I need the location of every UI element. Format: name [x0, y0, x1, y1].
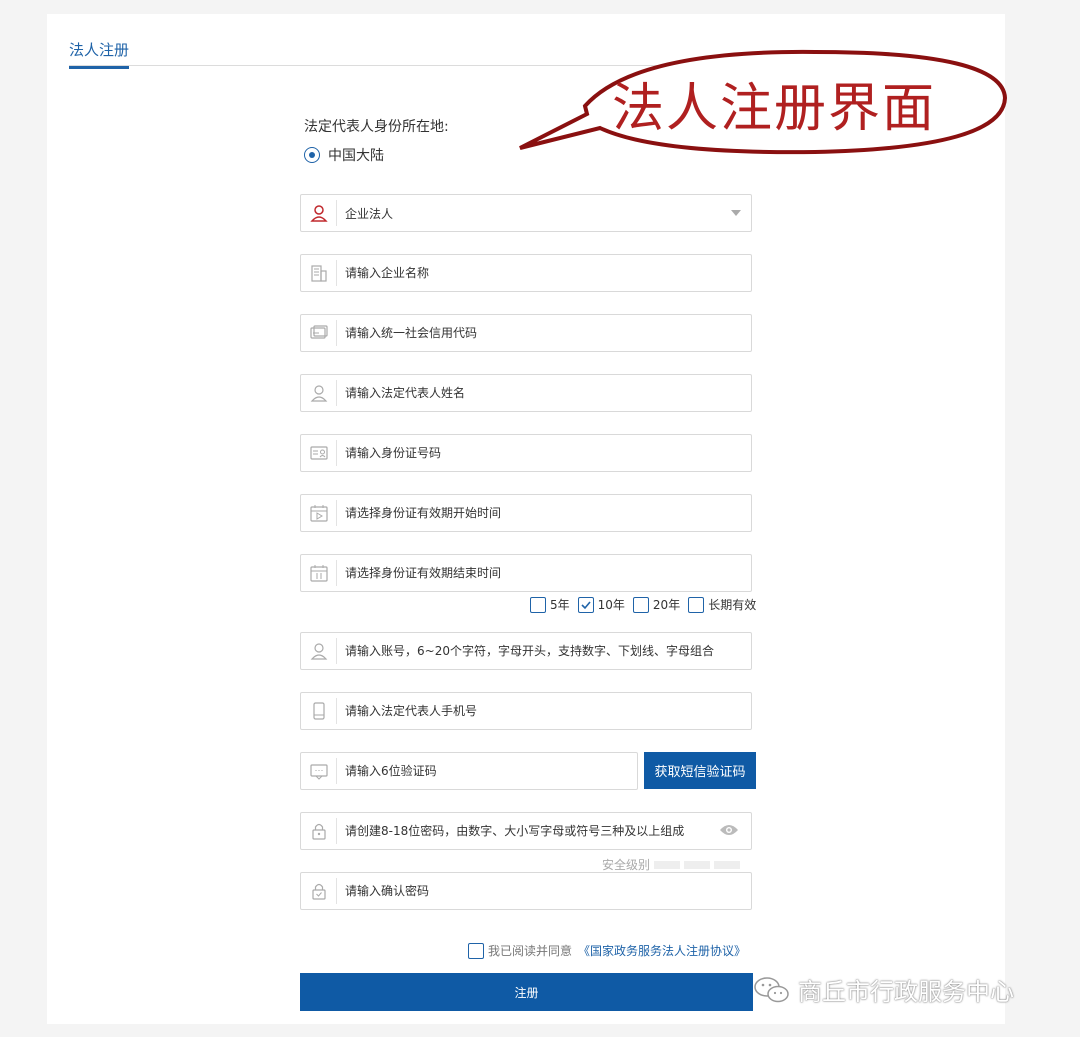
strength-label: 安全级别 [602, 858, 651, 872]
id-end-input[interactable] [337, 555, 751, 591]
user-icon [301, 200, 337, 226]
card-icon [301, 320, 337, 346]
password-field[interactable] [300, 812, 752, 850]
agreement-link[interactable]: 《国家政务服务法人注册协议》 [578, 942, 746, 959]
chevron-down-icon[interactable] [731, 210, 741, 216]
period-10-years[interactable]: 10年 [577, 596, 625, 613]
phone-field[interactable] [300, 692, 752, 730]
company-name-input[interactable] [337, 255, 751, 291]
person-icon [301, 380, 337, 406]
period-permanent[interactable]: 长期有效 [688, 596, 756, 613]
checkbox[interactable] [688, 596, 705, 613]
legal-type-select[interactable]: 企业法人 [300, 194, 752, 232]
strength-segment [654, 860, 681, 869]
building-icon [301, 260, 337, 286]
radio-mainland[interactable]: 中国大陆 [304, 145, 384, 165]
id-start-field[interactable] [300, 494, 752, 532]
validity-periods: 5年 10年 20年 长期有效 [530, 596, 756, 613]
account-input[interactable] [337, 633, 751, 669]
period-label: 长期有效 [708, 598, 757, 612]
watermark: 商丘市行政服务中心 [752, 972, 1014, 1007]
register-button[interactable]: 注册 [300, 973, 753, 1011]
id-end-field[interactable] [300, 554, 752, 592]
radio-icon[interactable] [304, 147, 320, 163]
check-icon [581, 600, 591, 609]
credit-code-field[interactable] [300, 314, 752, 352]
rep-name-field[interactable] [300, 374, 752, 412]
location-label: 法定代表人身份所在地: [304, 119, 449, 135]
sms-code-field[interactable] [300, 752, 638, 790]
watermark-text: 商丘市行政服务中心 [798, 978, 1014, 1006]
lock-icon [301, 818, 337, 844]
calendar-end-icon [301, 560, 337, 586]
credit-code-input[interactable] [337, 315, 751, 351]
confirm-password-field[interactable] [300, 872, 752, 910]
company-name-field[interactable] [300, 254, 752, 292]
get-sms-code-button[interactable]: 获取短信验证码 [644, 752, 756, 789]
agreement-checkbox[interactable] [468, 942, 484, 959]
id-start-input[interactable] [337, 495, 751, 531]
confirm-password-input[interactable] [337, 873, 751, 909]
agreement-text: 我已阅读并同意 [488, 944, 573, 958]
tab-legal-registration[interactable]: 法人注册 [69, 39, 130, 69]
id-number-input[interactable] [337, 435, 751, 471]
wechat-icon [754, 976, 789, 1002]
rep-name-input[interactable] [337, 375, 751, 411]
password-input[interactable] [337, 813, 719, 849]
id-card-icon [301, 440, 337, 466]
period-5-years[interactable]: 5年 [530, 596, 570, 613]
annotation-text: 法人注册界面 [612, 79, 937, 139]
checkbox-checked[interactable] [577, 596, 594, 613]
lock-check-icon [301, 878, 337, 904]
agreement-row[interactable]: 我已阅读并同意 《国家政务服务法人注册协议》 [468, 942, 746, 959]
period-label: 5年 [550, 598, 570, 612]
phone-input[interactable] [337, 693, 751, 729]
legal-type-value: 企业法人 [345, 206, 394, 221]
period-label: 10年 [597, 598, 625, 612]
phone-icon [301, 698, 337, 724]
message-icon [301, 758, 337, 784]
radio-label: 中国大陆 [328, 148, 384, 164]
checkbox[interactable] [632, 596, 649, 613]
checkbox[interactable] [530, 596, 546, 613]
period-label: 20年 [652, 598, 681, 612]
eye-icon[interactable] [719, 822, 739, 841]
strength-segment [714, 860, 741, 869]
period-20-years[interactable]: 20年 [632, 596, 681, 613]
sms-code-input[interactable] [337, 753, 637, 789]
account-field[interactable] [300, 632, 752, 670]
id-number-field[interactable] [300, 434, 752, 472]
calendar-start-icon [301, 500, 337, 526]
person-icon [301, 638, 337, 664]
password-strength: 安全级别 [602, 856, 741, 873]
strength-segment [684, 860, 711, 869]
